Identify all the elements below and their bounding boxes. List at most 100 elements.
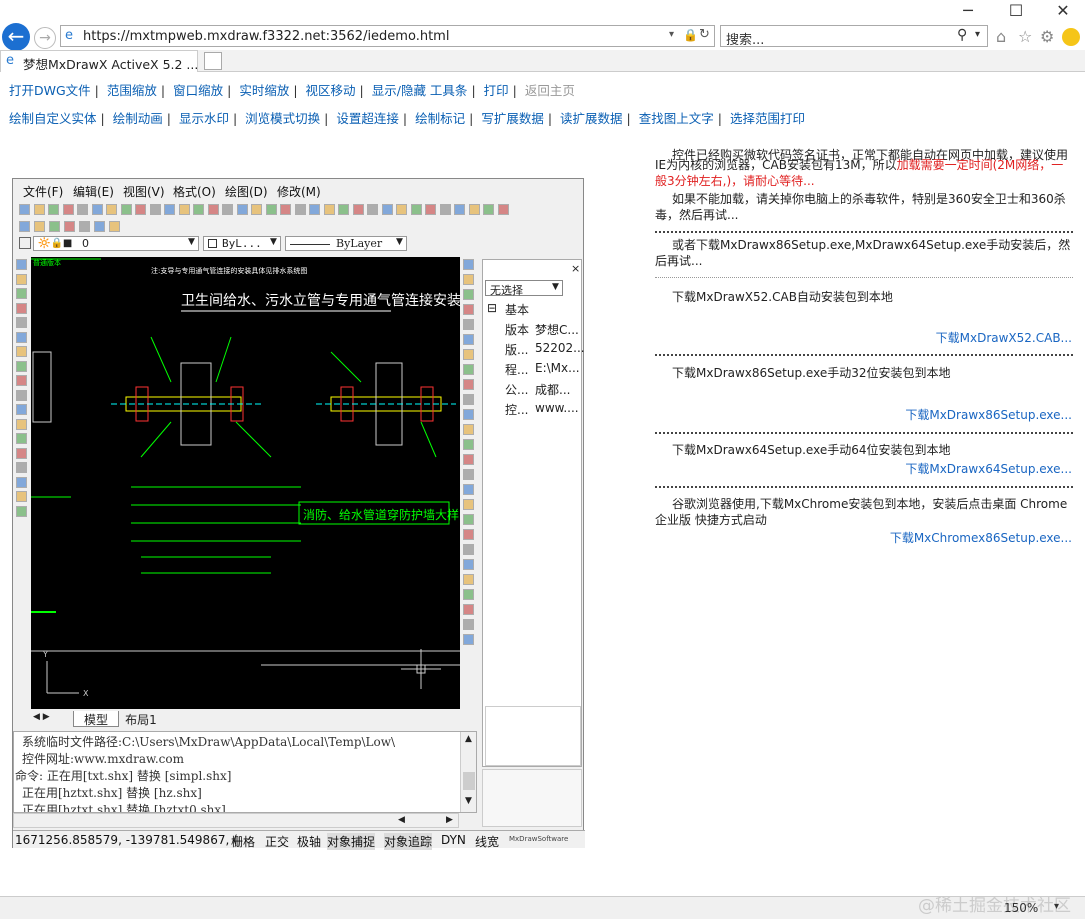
layers-icon[interactable] [19, 237, 31, 249]
cad-control[interactable]: 文件(F) 编辑(E) 视图(V) 格式(O) 绘图(D) 修改(M) 🔆🔒■ … [12, 178, 585, 850]
menu-link-find-text[interactable]: 查找图上文字 [639, 111, 714, 126]
scroll-thumb[interactable] [463, 772, 475, 790]
settings-gear-icon[interactable]: ⚙ [1040, 27, 1054, 46]
search-field[interactable]: 搜索... ⚲ ▾ [720, 25, 988, 48]
toolbar-button-icon[interactable] [207, 204, 219, 215]
toolbar-button-icon[interactable] [16, 273, 27, 285]
toolbar-button-icon[interactable] [16, 404, 27, 415]
toolbar-button-icon[interactable] [94, 221, 105, 232]
toolbar-button-icon[interactable] [410, 204, 422, 215]
toolbar-button-icon[interactable] [236, 204, 248, 215]
back-button[interactable]: ← [2, 23, 30, 51]
property-row[interactable]: 程... E:\Mx... [483, 360, 583, 380]
status-lineweight[interactable]: 线宽 [475, 833, 499, 850]
toolbar-button-icon[interactable] [16, 259, 27, 270]
toolbar-button-icon[interactable] [454, 204, 465, 215]
toolbar-button-icon[interactable] [483, 204, 494, 215]
property-row[interactable]: 版本 梦想C... [483, 320, 583, 340]
toolbar-button-icon[interactable] [16, 433, 27, 444]
menu-link-watermark[interactable]: 显示水印 [179, 111, 229, 126]
toolbar-button-icon[interactable] [463, 499, 474, 510]
toolbar-button-icon[interactable] [16, 302, 27, 314]
toolbar-button-icon[interactable] [49, 221, 60, 232]
toolbar-button-icon[interactable] [193, 204, 204, 215]
close-icon[interactable]: × [571, 262, 580, 275]
toolbar-button-icon[interactable] [79, 221, 90, 232]
download-x86-link[interactable]: 下载MxDrawx86Setup.exe... [880, 406, 1072, 423]
cad-menu-view[interactable]: 视图(V) [123, 183, 165, 200]
color-select[interactable]: ByL... ▼ [203, 236, 281, 251]
toolbar-button-icon[interactable] [16, 389, 27, 401]
toolbar-button-icon[interactable] [16, 462, 27, 473]
toolbar-button-icon[interactable] [33, 204, 45, 215]
toolbar-button-icon[interactable] [251, 204, 262, 215]
toolbar-button-icon[interactable] [463, 379, 474, 390]
menu-link-zoom-extents[interactable]: 范围缩放 [107, 83, 157, 98]
maximize-button[interactable]: ☐ [1002, 2, 1030, 20]
menu-link-zoom-realtime[interactable]: 实时缩放 [239, 83, 289, 98]
property-group[interactable]: ⊟ 基本 [483, 300, 583, 320]
toolbar-button-icon[interactable] [463, 364, 474, 375]
command-window[interactable]: 系统临时文件路径:C:\Users\MxDraw\AppData\Local\T… [13, 731, 477, 813]
toolbar-button-icon[interactable] [463, 589, 474, 600]
toolbar-button-icon[interactable] [396, 204, 407, 215]
close-button[interactable]: ✕ [1049, 2, 1077, 20]
menu-link-toggle-toolbar[interactable]: 显示/隐藏 工具条 [372, 83, 468, 98]
cad-menu-edit[interactable]: 编辑(E) [73, 183, 114, 200]
dropdown-icon[interactable]: ▾ [669, 29, 674, 40]
status-ortho[interactable]: 正交 [265, 833, 289, 850]
menu-link-write-xdata[interactable]: 写扩展数据 [481, 111, 544, 126]
toolbar-button-icon[interactable] [463, 559, 474, 570]
toolbar-button-icon[interactable] [425, 204, 436, 215]
toolbar-button-icon[interactable] [164, 204, 175, 215]
toolbar-button-icon[interactable] [265, 204, 277, 215]
toolbar-button-icon[interactable] [34, 221, 45, 232]
menu-link-range-print[interactable]: 选择范围打印 [730, 111, 805, 126]
favorites-icon[interactable]: ☆ [1018, 27, 1032, 46]
cad-menu-modify[interactable]: 修改(M) [277, 183, 321, 200]
menu-link-open-dwg[interactable]: 打开DWG文件 [9, 83, 91, 98]
toolbar-button-icon[interactable] [463, 349, 474, 360]
status-polar[interactable]: 极轴 [297, 833, 321, 850]
search-icon[interactable]: ⚲ [957, 27, 967, 43]
toolbar-button-icon[interactable] [463, 259, 474, 270]
toolbar-button-icon[interactable] [294, 204, 306, 215]
toolbar-button-icon[interactable] [463, 469, 474, 480]
toolbar-button-icon[interactable] [91, 204, 103, 215]
menu-link-custom-entity[interactable]: 绘制自定义实体 [9, 111, 97, 126]
toolbar-button-icon[interactable] [463, 574, 474, 585]
toolbar-button-icon[interactable] [109, 221, 120, 232]
scroll-up-icon[interactable]: ▲ [465, 734, 472, 744]
toolbar-button-icon[interactable] [19, 204, 30, 215]
search-dropdown-icon[interactable]: ▾ [975, 29, 980, 40]
toolbar-button-icon[interactable] [48, 204, 59, 215]
toolbar-button-icon[interactable] [77, 204, 88, 215]
menu-link-home[interactable]: 返回主页 [525, 83, 575, 98]
toolbar-button-icon[interactable] [463, 274, 474, 285]
smiley-feedback-icon[interactable] [1062, 28, 1080, 46]
property-row[interactable]: 版... 52202... [483, 340, 585, 360]
toolbar-button-icon[interactable] [222, 204, 233, 215]
toolbar-button-icon[interactable] [19, 221, 30, 232]
toolbar-button-icon[interactable] [16, 375, 27, 386]
toolbar-button-icon[interactable] [323, 204, 335, 215]
forward-button[interactable]: → [34, 27, 56, 49]
download-chrome-link[interactable]: 下载MxChromex86Setup.exe... [862, 529, 1072, 546]
refresh-icon[interactable]: ↻ [699, 27, 710, 42]
property-row[interactable]: 公... 成都... [483, 380, 583, 400]
status-osnap[interactable]: 对象捕捉 [327, 833, 376, 850]
toolbar-button-icon[interactable] [463, 619, 474, 630]
menu-link-print[interactable]: 打印 [484, 83, 509, 98]
zoom-level[interactable]: 150% [1004, 901, 1038, 915]
toolbar-button-icon[interactable] [106, 204, 117, 215]
selection-select[interactable]: 无选择 ▼ [485, 280, 563, 297]
menu-link-hyperlink[interactable]: 设置超连接 [336, 111, 399, 126]
menu-link-draw-mark[interactable]: 绘制标记 [415, 111, 465, 126]
toolbar-button-icon[interactable] [352, 204, 364, 215]
toolbar-button-icon[interactable] [463, 544, 474, 555]
toolbar-button-icon[interactable] [463, 394, 474, 405]
toolbar-button-icon[interactable] [338, 204, 349, 215]
drawing-canvas[interactable]: 注:支导与专用通气管连接的安装具体见排水系统图 卫生间给水、污水立管与专用通气管… [31, 257, 475, 709]
toolbar-button-icon[interactable] [62, 204, 74, 215]
tab-model[interactable]: 模型 [73, 711, 119, 727]
